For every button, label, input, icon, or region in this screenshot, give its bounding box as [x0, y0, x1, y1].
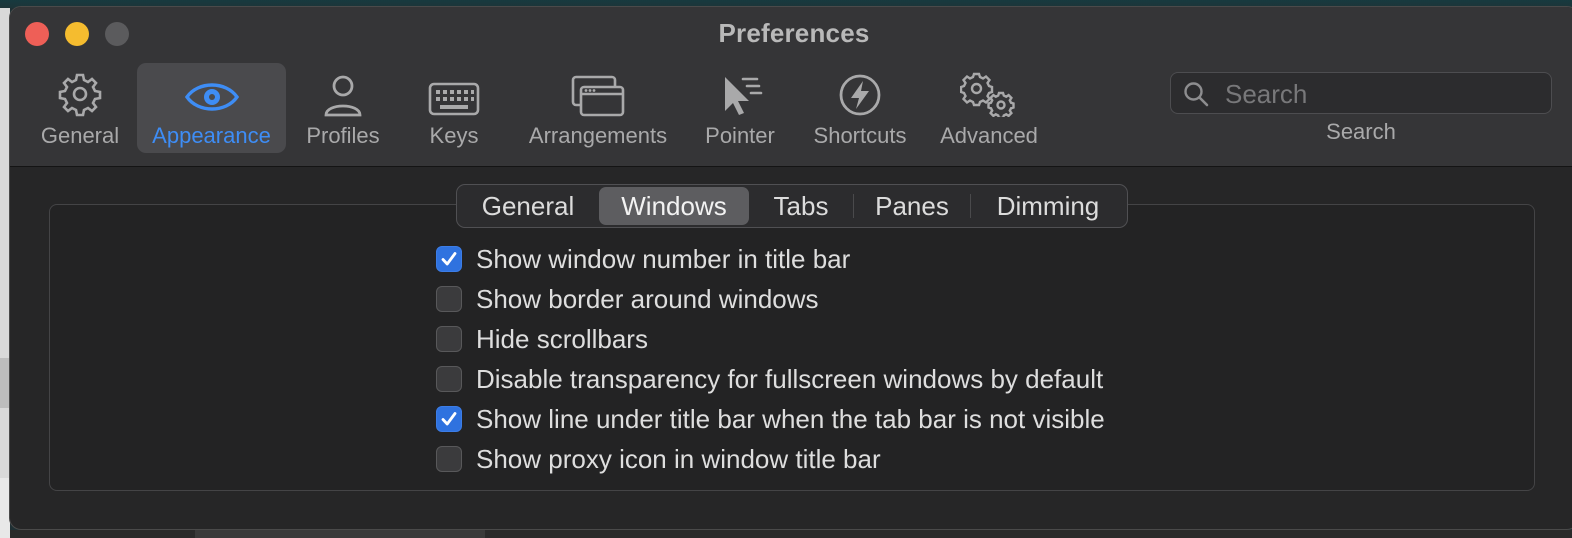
tab-label: Dimming	[996, 190, 1100, 221]
preferences-window: Preferences General Appearance Profiles …	[9, 6, 1572, 530]
option-label: Show line under title bar when the tab b…	[476, 403, 1105, 434]
option-disable-transparency[interactable]: Disable transparency for fullscreen wind…	[436, 364, 1103, 394]
toolbar-item-label: Arrangements	[528, 123, 668, 148]
option-label: Show window number in title bar	[476, 243, 851, 274]
option-label: Show proxy icon in window title bar	[476, 443, 881, 474]
toolbar-item-pointer[interactable]: Pointer	[700, 63, 780, 153]
option-label: Disable transparency for fullscreen wind…	[476, 363, 1104, 394]
toolbar-item-general[interactable]: General	[28, 63, 132, 153]
option-show-border[interactable]: Show border around windows	[436, 284, 819, 314]
checkbox[interactable]	[436, 326, 462, 352]
toolbar-item-label: Keys	[429, 123, 479, 148]
bolt-icon	[839, 74, 881, 116]
toolbar-item-label: Profiles	[306, 123, 380, 148]
toolbar-item-label: Shortcuts	[813, 123, 907, 148]
toolbar-item-arrangements[interactable]: Arrangements	[522, 63, 674, 153]
search-field[interactable]	[1170, 72, 1552, 114]
eye-icon	[184, 83, 239, 111]
tab-windows[interactable]: Windows	[599, 187, 749, 225]
search-icon	[1184, 82, 1209, 107]
option-label: Hide scrollbars	[476, 323, 648, 354]
cursor-icon	[725, 77, 763, 115]
checkbox[interactable]	[436, 446, 462, 472]
checkmark-icon	[441, 412, 457, 426]
toolbar-item-appearance[interactable]: Appearance	[137, 63, 286, 153]
tab-general[interactable]: General	[457, 187, 599, 225]
toolbar-item-shortcuts[interactable]: Shortcuts	[807, 63, 913, 153]
keyboard-icon	[428, 82, 480, 116]
checkbox[interactable]	[436, 406, 462, 432]
toolbar-item-profiles[interactable]: Profiles	[297, 63, 389, 153]
tab-label: Panes	[875, 190, 949, 221]
window-title: Preferences	[718, 18, 870, 48]
search-input[interactable]	[1223, 76, 1547, 112]
toolbar-item-label: Appearance	[152, 123, 271, 148]
option-show-line-under-title-bar[interactable]: Show line under title bar when the tab b…	[436, 404, 1105, 434]
gears-icon	[960, 72, 1015, 117]
checkbox[interactable]	[436, 246, 462, 272]
option-show-window-number[interactable]: Show window number in title bar	[436, 244, 850, 274]
checkmark-icon	[441, 252, 457, 266]
option-label: Show border around windows	[476, 283, 819, 314]
background-window-bottom	[10, 530, 1572, 538]
gear-icon	[58, 73, 102, 117]
tab-label: General	[481, 190, 575, 221]
windows-icon	[571, 75, 625, 117]
toolbar-item-label: General	[40, 123, 120, 148]
toolbar-item-advanced[interactable]: Advanced	[934, 63, 1044, 153]
toolbar-item-label: Advanced	[940, 123, 1038, 148]
tab-panes[interactable]: Panes	[854, 187, 970, 225]
search-label: Search	[1326, 119, 1396, 144]
tab-dimming[interactable]: Dimming	[971, 187, 1125, 225]
appearance-tab-bar: General Windows Tabs Panes Dimming	[456, 184, 1128, 228]
toolbar-item-label: Pointer	[705, 123, 775, 148]
person-icon	[324, 75, 362, 117]
tab-tabs[interactable]: Tabs	[749, 187, 853, 225]
toolbar: Preferences General Appearance Profiles …	[10, 7, 1572, 167]
checkbox[interactable]	[436, 286, 462, 312]
option-hide-scrollbars[interactable]: Hide scrollbars	[436, 324, 648, 354]
tab-label: Windows	[621, 190, 727, 221]
option-show-proxy-icon[interactable]: Show proxy icon in window title bar	[436, 444, 881, 474]
checkbox[interactable]	[436, 366, 462, 392]
tab-label: Tabs	[773, 190, 829, 221]
toolbar-item-keys[interactable]: Keys	[416, 63, 492, 153]
